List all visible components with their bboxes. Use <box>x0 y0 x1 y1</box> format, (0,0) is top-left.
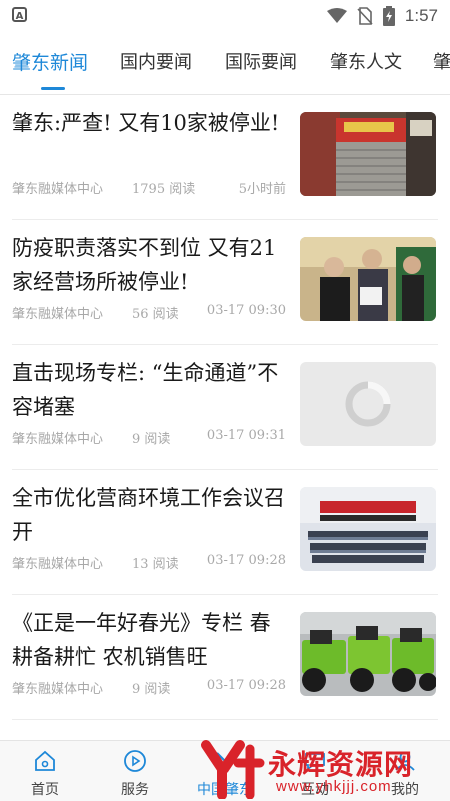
tab-international-news[interactable]: 国际要闻 <box>225 48 297 74</box>
active-tab-indicator <box>41 87 65 90</box>
news-time: 03-17 09:31 <box>206 428 286 443</box>
news-thumbnail[interactable] <box>300 112 436 196</box>
news-title[interactable]: 全市优化营商环境工作会议召开 <box>12 481 290 549</box>
nav-service[interactable]: 服务 <box>90 741 180 801</box>
news-thumbnail[interactable] <box>300 237 436 321</box>
watermark-text: 永辉资源网 <box>268 748 414 781</box>
home-icon <box>35 750 55 771</box>
news-source: 肇东融媒体中心 <box>12 682 104 697</box>
tab-more[interactable]: 肇 <box>433 48 450 74</box>
watermark-logo-icon <box>201 740 265 799</box>
news-source: 肇东融媒体中心 <box>12 307 104 322</box>
tab-domestic-news[interactable]: 国内要闻 <box>120 48 192 74</box>
news-item[interactable]: 直击现场专栏: “生命通道”不容堵塞 肇东融媒体中心 9 阅读 03-17 09… <box>12 344 438 470</box>
news-meta: 肇东融媒体中心 1795 阅读 5小时前 <box>12 178 286 198</box>
watermark-url: www.yhkjjj.com <box>276 778 392 795</box>
news-meta: 肇东融媒体中心 9 阅读 03-17 09:28 <box>12 678 286 698</box>
nav-home[interactable]: 首页 <box>0 741 90 801</box>
news-title[interactable]: 直击现场专栏: “生命通道”不容堵塞 <box>12 356 290 424</box>
news-meta: 肇东融媒体中心 9 阅读 03-17 09:31 <box>12 428 286 448</box>
watermark: 永辉资源网 www.yhkjjj.com <box>198 737 450 800</box>
news-thumbnail[interactable] <box>300 612 436 696</box>
news-thumbnail[interactable] <box>300 487 436 571</box>
news-read-count: 13 阅读 <box>132 557 179 572</box>
news-thumbnail-placeholder[interactable] <box>300 362 436 446</box>
category-tabs: 肇东新闻 国内要闻 国际要闻 肇东人文 肇 <box>0 32 450 95</box>
news-read-count: 1795 阅读 <box>132 182 196 197</box>
nav-service-label: 服务 <box>121 782 149 798</box>
tab-zhaodong-culture[interactable]: 肇东人文 <box>330 48 402 74</box>
news-time: 03-17 09:28 <box>206 553 286 568</box>
news-time: 5小时前 <box>238 182 286 197</box>
news-title[interactable]: 肇东:严查! 又有10家被停业! <box>12 106 290 140</box>
status-bar: A 1:57 <box>0 0 450 32</box>
nav-home-label: 首页 <box>31 782 59 798</box>
clock: 1:57 <box>404 6 438 25</box>
news-title[interactable]: 防疫职责落实不到位 又有21家经营场所被停业! <box>12 231 290 299</box>
status-icons: 1:57 <box>326 6 438 26</box>
news-source: 肇东融媒体中心 <box>12 432 104 447</box>
app-notification-icon: A <box>12 7 27 22</box>
news-item[interactable]: 肇东:严查! 又有10家被停业! 肇东融媒体中心 1795 阅读 5小时前 <box>12 94 438 220</box>
news-read-count: 9 阅读 <box>132 682 171 697</box>
news-time: 03-17 09:30 <box>206 303 286 318</box>
no-sim-icon <box>357 7 373 25</box>
news-meta: 肇东融媒体中心 56 阅读 03-17 09:30 <box>12 303 286 323</box>
news-meta: 肇东融媒体中心 13 阅读 03-17 09:28 <box>12 553 286 573</box>
wifi-icon <box>326 8 347 23</box>
tab-zhaodong-news[interactable]: 肇东新闻 <box>12 48 88 75</box>
news-item[interactable]: 《正是一年好春光》专栏 春耕备耕忙 农机销售旺 肇东融媒体中心 9 阅读 03-… <box>12 594 438 720</box>
news-title[interactable]: 《正是一年好春光》专栏 春耕备耕忙 农机销售旺 <box>12 606 290 674</box>
news-time: 03-17 09:28 <box>206 678 286 693</box>
battery-icon <box>382 6 395 26</box>
news-item[interactable]: 全市优化营商环境工作会议召开 肇东融媒体中心 13 阅读 03-17 09:28 <box>12 469 438 595</box>
news-read-count: 9 阅读 <box>132 432 171 447</box>
play-circle-icon <box>124 750 146 772</box>
news-source: 肇东融媒体中心 <box>12 182 104 197</box>
news-read-count: 56 阅读 <box>132 307 179 322</box>
news-item[interactable]: 防疫职责落实不到位 又有21家经营场所被停业! 肇东融媒体中心 56 阅读 03… <box>12 219 438 345</box>
news-source: 肇东融媒体中心 <box>12 557 104 572</box>
